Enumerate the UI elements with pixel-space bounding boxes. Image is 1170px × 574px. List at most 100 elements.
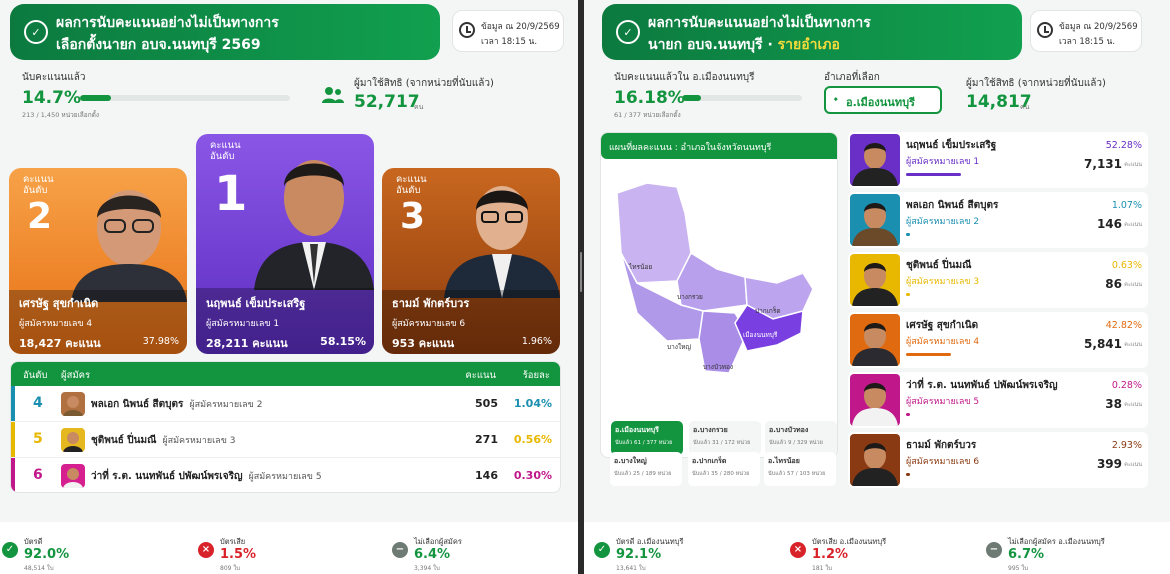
row-color-bar [11, 422, 15, 457]
candidate-votes: 146 [1096, 217, 1122, 231]
counted-label: นับคะแนนแล้วใน อ.เมืองนนทบุรี [614, 72, 755, 83]
map-label: บางกรวย [677, 293, 703, 301]
invalid-sub: 181 ใบ [812, 565, 833, 572]
votes-unit: คะแนน [1124, 162, 1142, 168]
x-icon: × [790, 542, 806, 558]
candidate-number: ผู้สมัครหมายเลข 1 [206, 319, 280, 329]
map-label: ไทรน้อย [628, 263, 652, 271]
candidate-name: ธามม์ พักตร์บวร [906, 440, 977, 451]
valid-value: 92.0% [24, 547, 70, 562]
right-panel: ✓ ผลการนับคะแนนอย่างไม่เป็นทางการ นายก อ… [584, 0, 1170, 574]
district-result-card[interactable]: ธามม์ พักตร์บวร ผู้สมัครหมายเลข 6 2.93% 399… [848, 432, 1148, 488]
candidate-photo [850, 254, 900, 306]
district-result-card[interactable]: พลเอก นิพนธ์ สีตบุตร ผู้สมัครหมายเลข 2 1.0… [848, 192, 1148, 248]
candidate-votes: 399 [1096, 457, 1122, 471]
district-tile-bangkruai[interactable]: อ.บางกรวย นับแล้ว 31 / 172 หน่วย [689, 421, 761, 455]
header-subtitle: นายก อบจ.นนทบุรี · รายอำเภอ [648, 37, 840, 53]
map-district-bangbuathong[interactable] [676, 251, 748, 312]
map-label: บางใหญ่ [667, 343, 691, 351]
row-name: ว่าที่ ร.ต. นนทพันธ์ ปพัฒน์พรเจริญ ผู้สมั… [91, 471, 322, 482]
clock-icon [1037, 22, 1053, 38]
minus-icon: − [392, 542, 408, 558]
district-tile-pakkret[interactable]: อ.ปากเกร็ด นับแล้ว 35 / 280 หน่วย [688, 452, 760, 486]
rank-label: คะแนน อันดับ [23, 174, 54, 196]
rank-number: 3 [400, 196, 426, 237]
map-title: แผนที่ผลคะแนน : อำเภอในจังหวัดนนทบุรี [601, 133, 837, 159]
users-icon [322, 87, 344, 103]
candidate-photo [850, 194, 900, 246]
candidate-pct: 37.98% [142, 336, 179, 347]
clock-icon [459, 22, 475, 38]
district-tile-mueang[interactable]: อ.เมืองนนทบุรี นับแล้ว 61 / 377 หน่วย [611, 421, 683, 455]
vote-share-bar [906, 353, 951, 356]
district-tile-bangyai[interactable]: อ.บางใหญ่ นับแล้ว 25 / 189 หน่วย [610, 452, 682, 486]
candidate-number: ผู้สมัครหมายเลข 5 [906, 397, 980, 407]
candidate-number: ผู้สมัครหมายเลข 2 [906, 217, 980, 227]
district-result-card[interactable]: เศรษัฐ สุขกำเนิด ผู้สมัครหมายเลข 4 42.82% 5… [848, 312, 1148, 368]
row-votes: 505 [475, 397, 498, 410]
votes-unit: คะแนน [1124, 462, 1142, 468]
candidate-photo [850, 134, 900, 186]
candidate-photo [71, 190, 187, 302]
district-tile-bangbuathong[interactable]: อ.บางบัวทอง นับแล้ว 9 / 329 หน่วย [765, 421, 837, 455]
row-pct: 0.56% [513, 433, 552, 446]
row-pct: 1.04% [513, 397, 552, 410]
ballot-summary: ✓ บัตรดี 92.0% 48,514 ใบ × บัตรเสีย 1.5%… [0, 522, 578, 574]
header-subtitle: เลือกตั้งนายก อบจ.นนทบุรี 2569 [56, 37, 261, 53]
voters-label: ผู้มาใช้สิทธิ (จากหน่วยที่นับแล้ว) [354, 78, 494, 89]
district-result-card[interactable]: ว่าที่ ร.ต. นนทพันธ์ ปพัฒน์พรเจริญ ผู้สมั… [848, 372, 1148, 428]
valid-sub: 48,514 ใบ [24, 565, 54, 572]
district-result-card[interactable]: ชุติพนธ์ ปิ่นมณีผู้สมัครหมายเลข 3 0.63% 86… [848, 252, 1148, 308]
table-row[interactable]: 6 ว่าที่ ร.ต. นนทพันธ์ ปพัฒน์พรเจริญ ผู้ส… [11, 458, 560, 492]
row-name: ชุติพนธ์ ปิ่นมณี ผู้สมัครหมายเลข 3 [91, 435, 236, 446]
candidate-votes: 18,427 คะแนน [19, 337, 101, 350]
vote-share-bar [906, 293, 910, 296]
counted-sub: 213 / 1,450 หน่วยเลือกตั้ง [22, 111, 100, 119]
district-tile-sainoi[interactable]: อ.ไทรน้อย นับแล้ว 57 / 103 หน่วย [764, 452, 836, 486]
rank-number: 1 [214, 166, 248, 222]
header-rank: อันดับ [23, 370, 48, 381]
vote-share-bar [906, 173, 961, 176]
candidate-name: นฤพนธ์ เข็มประเสริฐ [206, 297, 306, 310]
candidate-name: ชุติพนธ์ ปิ่นมณี [906, 260, 972, 271]
counted-pct: 14.7% [22, 88, 81, 108]
header-banner: ✓ ผลการนับคะแนนอย่างไม่เป็นทางการ นายก อ… [602, 4, 1022, 60]
valid-value: 92.1% [616, 547, 662, 562]
district-result-card[interactable]: นฤพนธ์ เข็มประเสริฐ ผู้สมัครหมายเลข 1 52.2… [848, 132, 1148, 188]
table-row[interactable]: 4 พลเอก นิพนธ์ สีตบุตร ผู้สมัครหมายเลข 2 … [11, 386, 560, 422]
row-rank: 6 [33, 467, 43, 483]
ballot-summary: ✓ บัตรดี อ.เมืองนนทบุรี 92.1% 13,641 ใบ … [584, 522, 1170, 574]
voters-unit: คน [1020, 103, 1030, 111]
candidate-votes: 28,211 คะแนน [206, 337, 288, 350]
x-icon: × [198, 542, 214, 558]
candidate-number: ผู้สมัครหมายเลข 3 [906, 277, 980, 287]
votes-unit: คะแนน [1124, 342, 1142, 348]
left-panel: ✓ ผลการนับคะแนนอย่างไม่เป็นทางการ เลือกต… [0, 0, 578, 574]
update-date: ข้อมูล ณ 20/9/2569 [1059, 22, 1138, 32]
rank-label: คะแนน อันดับ [396, 174, 427, 196]
novote-value: 6.4% [414, 547, 451, 562]
vote-share-bar [906, 473, 910, 476]
candidate-votes: 86 [1105, 277, 1122, 291]
district-map-panel: แผนที่ผลคะแนน : อำเภอในจังหวัดนนทบุรี ไท… [600, 132, 838, 458]
votes-unit: คะแนน [1124, 222, 1142, 228]
row-name: พลเอก นิพนธ์ สีตบุตร ผู้สมัครหมายเลข 2 [91, 399, 263, 410]
vote-share-bar [906, 413, 910, 416]
row-votes: 146 [475, 469, 498, 482]
district-select-value: อ.เมืองนนทบุรี [846, 96, 915, 109]
table-row[interactable]: 5 ชุติพนธ์ ปิ่นมณี ผู้สมัครหมายเลข 3 271 … [11, 422, 560, 458]
candidate-pct: 2.93% [1111, 440, 1142, 451]
candidate-pct: 1.96% [521, 336, 552, 347]
candidate-card-rank-3[interactable]: คะแนน อันดับ 3 ธามม์ พักตร์บวร ผู้สมัครหม… [382, 168, 560, 354]
district-select[interactable]: ⬩ อ.เมืองนนทบุรี [824, 86, 942, 114]
candidate-pct: 0.63% [1111, 260, 1142, 271]
counted-label: นับคะแนนแล้ว [22, 72, 86, 83]
candidate-pct: 1.07% [1111, 200, 1142, 211]
votes-unit: คะแนน [1124, 282, 1142, 288]
candidate-card-rank-2[interactable]: คะแนน อันดับ 2 เศรษัฐ สุขกำเนิด ผู้สมัครห… [9, 168, 187, 354]
candidate-pct: 58.15% [320, 335, 366, 348]
candidate-name: นฤพนธ์ เข็มประเสริฐ [906, 140, 997, 151]
candidate-card-rank-1[interactable]: คะแนน อันดับ 1 นฤพนธ์ เข็มประเสริฐ ผู้สมั… [196, 134, 374, 354]
rank-label: คะแนน อันดับ [210, 140, 241, 162]
novote-sub: 995 ใบ [1008, 565, 1029, 572]
